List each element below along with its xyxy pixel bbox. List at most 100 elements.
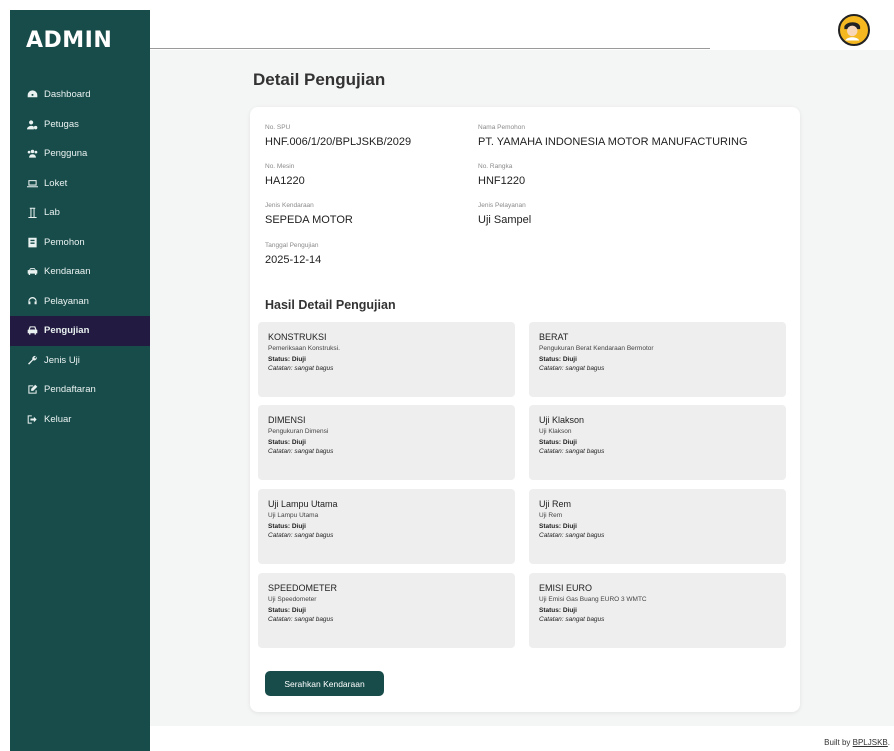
sidebar-item-pemohon[interactable]: Pemohon (10, 228, 150, 258)
sidebar-item-label: Keluar (44, 413, 72, 425)
sidebar-item-jenis-uji[interactable]: Jenis Uji (10, 346, 150, 376)
result-note: Catatan: sangat bagus (539, 532, 605, 539)
result-status: Status: Diuji (539, 356, 577, 363)
field-no-rangka: No. Rangka HNF1220 (478, 163, 525, 187)
footer-link[interactable]: BPLJSKB (853, 738, 888, 747)
wrench-icon (26, 354, 38, 366)
sidebar-item-label: Pelayanan (44, 295, 89, 307)
result-name: KONSTRUKSI (268, 332, 327, 342)
field-label: No. SPU (265, 124, 291, 131)
headset-icon (26, 295, 38, 307)
sidebar-item-kendaraan[interactable]: Kendaraan (10, 257, 150, 287)
sidebar-item-label: Jenis Uji (44, 354, 80, 366)
id-card-icon (26, 236, 38, 248)
result-note: Catatan: sangat bagus (268, 448, 334, 455)
dashboard-icon (26, 89, 38, 101)
result-status: Status: Diuji (539, 607, 577, 614)
sidebar-item-pengguna[interactable]: Pengguna (10, 139, 150, 169)
result-note: Catatan: sangat bagus (268, 532, 334, 539)
footer: Built by BPLJSKB. (824, 738, 890, 747)
sidebar-item-petugas[interactable]: Petugas (10, 110, 150, 140)
field-value: Uji Sampel (478, 214, 532, 226)
result-description: Uji Lampu Utama (268, 512, 319, 519)
footer-suffix: . (887, 738, 890, 747)
edit-icon (26, 384, 38, 396)
sidebar-item-label: Kendaraan (44, 266, 91, 278)
field-jenis-pelayanan: Jenis Pelayanan Uji Sampel (478, 202, 531, 226)
result-card: DIMENSI Pengukuran Dimensi Status: Diuji… (258, 405, 515, 480)
field-tanggal-pengujian: Tanggal Pengujian 2025-12-14 (265, 242, 321, 266)
result-card: Uji Lampu Utama Uji Lampu Utama Status: … (258, 489, 515, 564)
users-cog-icon (26, 118, 38, 130)
result-card: EMISI EURO Uji Emisi Gas Buang EURO 3 WM… (529, 573, 786, 648)
sidebar-item-keluar[interactable]: Keluar (10, 405, 150, 435)
result-note: Catatan: sangat bagus (268, 365, 334, 372)
brand-title: ADMIN (26, 28, 113, 53)
sign-out-icon (26, 413, 38, 425)
result-card: KONSTRUKSI Pemeriksaan Konstruksi. Statu… (258, 322, 515, 397)
sidebar-item-loket[interactable]: Loket (10, 169, 150, 199)
result-description: Pengukuran Berat Kendaraan Bermotor (539, 345, 654, 352)
result-name: Uji Lampu Utama (268, 499, 338, 509)
result-name: Uji Rem (539, 499, 572, 509)
top-bar (150, 10, 894, 50)
sidebar-item-label: Pemohon (44, 236, 85, 248)
result-description: Uji Rem (539, 512, 563, 519)
avatar-face-icon (840, 18, 864, 42)
sidebar-item-label: Pengguna (44, 148, 88, 160)
field-label: No. Rangka (478, 163, 513, 170)
field-jenis-kendaraan: Jenis Kendaraan SEPEDA MOTOR (265, 202, 353, 226)
field-no-spu: No. SPU HNF.006/1/20/BPLJSKB/2029 (265, 124, 411, 148)
result-description: Pengukuran Dimensi (268, 428, 329, 435)
result-name: BERAT (539, 332, 569, 342)
result-card: Uji Rem Uji Rem Status: Diuji Catatan: s… (529, 489, 786, 564)
result-description: Uji Speedometer (268, 596, 317, 603)
sidebar-item-label: Pendaftaran (44, 384, 96, 396)
detail-card: No. SPU HNF.006/1/20/BPLJSKB/2029 Nama P… (250, 107, 800, 712)
user-avatar[interactable] (838, 14, 870, 46)
result-note: Catatan: sangat bagus (539, 448, 605, 455)
page-title: Detail Pengujian (253, 70, 386, 89)
flask-icon (26, 207, 38, 219)
result-status: Status: Diuji (268, 356, 306, 363)
car-icon (26, 266, 38, 278)
field-label: No. Mesin (265, 163, 295, 170)
result-description: Uji Emisi Gas Buang EURO 3 WMTC (539, 596, 647, 603)
sidebar-item-lab[interactable]: Lab (10, 198, 150, 228)
sidebar-item-label: Pengujian (44, 325, 90, 337)
field-label: Tanggal Pengujian (265, 242, 319, 249)
result-name: SPEEDOMETER (268, 583, 338, 593)
result-note: Catatan: sangat bagus (539, 616, 605, 623)
sidebar-item-pengujian[interactable]: Pengujian (10, 316, 150, 346)
field-value: HNF1220 (478, 175, 526, 187)
result-card: Uji Klakson Uji Klakson Status: Diuji Ca… (529, 405, 786, 480)
result-status: Status: Diuji (268, 439, 306, 446)
result-card: BERAT Pengukuran Berat Kendaraan Bermoto… (529, 322, 786, 397)
results-title: Hasil Detail Pengujian (265, 298, 396, 312)
result-name: Uji Klakson (539, 415, 585, 425)
footer-prefix: Built by (824, 738, 853, 747)
result-status: Status: Diuji (268, 607, 306, 614)
field-nama-pemohon: Nama Pemohon PT. YAMAHA INDONESIA MOTOR … (478, 124, 748, 148)
laptop-icon (26, 177, 38, 189)
sidebar-item-label: Loket (44, 177, 68, 189)
sidebar-item-label: Petugas (44, 118, 79, 130)
result-name: DIMENSI (268, 415, 306, 425)
sidebar-item-pelayanan[interactable]: Pelayanan (10, 287, 150, 317)
field-value: PT. YAMAHA INDONESIA MOTOR MANUFACTURING (478, 136, 748, 148)
field-no-mesin: No. Mesin HA1220 (265, 163, 305, 187)
sidebar-item-pendaftaran[interactable]: Pendaftaran (10, 375, 150, 405)
sidebar-item-label: Dashboard (44, 89, 91, 101)
handover-vehicle-button[interactable]: Serahkan Kendaraan (265, 671, 384, 696)
sidebar-nav: Dashboard Petugas Pengguna Loket Lab Pem… (10, 80, 150, 434)
sidebar-item-dashboard[interactable]: Dashboard (10, 80, 150, 110)
result-status: Status: Diuji (539, 439, 577, 446)
sidebar-item-label: Lab (44, 207, 60, 219)
car-side-icon (26, 325, 38, 337)
field-label: Jenis Pelayanan (478, 202, 526, 209)
result-name: EMISI EURO (539, 583, 593, 593)
top-divider (150, 48, 710, 49)
result-note: Catatan: sangat bagus (268, 616, 334, 623)
field-value: 2025-12-14 (265, 254, 322, 266)
field-value: HA1220 (265, 175, 305, 187)
